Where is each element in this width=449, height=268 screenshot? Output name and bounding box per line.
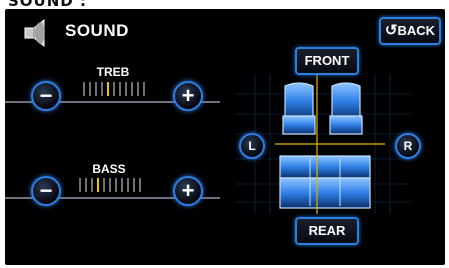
bass-segment <box>109 178 111 192</box>
bass-segment <box>127 178 129 192</box>
treble-segment <box>95 82 97 96</box>
cropped-title: SOUND : <box>8 0 87 9</box>
treble-segment <box>137 82 139 96</box>
bass-label: BASS <box>92 162 126 176</box>
front-button[interactable]: FRONT <box>295 47 359 75</box>
bass-segment <box>121 178 123 192</box>
speaker-icon <box>24 18 45 48</box>
left-button[interactable]: L <box>239 133 265 159</box>
treble-segment <box>101 82 103 96</box>
bass-segment <box>97 178 99 192</box>
cropped-title-strip: SOUND : <box>0 0 449 9</box>
bass-segment <box>139 178 141 192</box>
treble-segment <box>107 82 109 96</box>
bass-segment <box>103 178 105 192</box>
back-arrow-icon: ↺ <box>384 22 398 39</box>
right-button[interactable]: R <box>395 133 421 159</box>
back-button[interactable]: ↺BACK <box>379 17 441 45</box>
bass-segment <box>79 178 81 192</box>
page-title: SOUND <box>65 21 129 40</box>
treble-increase-button[interactable]: + <box>173 81 203 111</box>
treble-segment <box>125 82 127 96</box>
treble-label: TREB <box>96 65 130 79</box>
back-label: BACK <box>397 23 436 38</box>
bass-increase-button[interactable]: + <box>173 176 203 206</box>
sound-screen: SOUND ↺BACK TREB − + BASS − + FRONT REAR… <box>5 9 445 265</box>
bass-segment <box>85 178 87 192</box>
treble-segment <box>113 82 115 96</box>
treble-segment <box>143 82 145 96</box>
treble-segment <box>131 82 133 96</box>
bass-segment <box>115 178 117 192</box>
treble-level-meter <box>83 82 151 96</box>
bass-segment <box>91 178 93 192</box>
bass-decrease-button[interactable]: − <box>31 176 61 206</box>
bass-level-meter <box>79 178 147 192</box>
treble-segment <box>83 82 85 96</box>
treble-segment <box>119 82 121 96</box>
treble-decrease-button[interactable]: − <box>31 81 61 111</box>
seat-icon <box>279 82 371 209</box>
bass-segment <box>133 178 135 192</box>
treble-segment <box>89 82 91 96</box>
rear-button[interactable]: REAR <box>295 217 359 245</box>
